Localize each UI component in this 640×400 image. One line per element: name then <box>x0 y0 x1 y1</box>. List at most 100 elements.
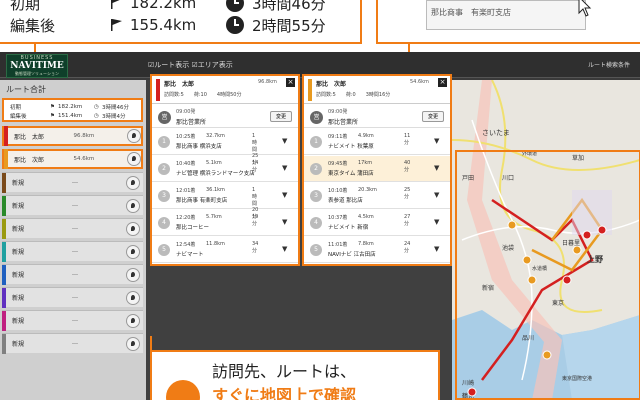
route-list-item[interactable]: 新規 --- <box>2 333 143 354</box>
map-pin-marker[interactable] <box>522 255 532 265</box>
stop-place: NAVIナビ 江古田店 <box>328 252 376 258</box>
start-point: 営 09:00発 那比営業所 変更 <box>304 106 450 128</box>
chevron-down-icon[interactable]: ▼ <box>434 218 439 226</box>
route-color-bar <box>2 241 6 262</box>
close-icon[interactable]: × <box>286 78 295 87</box>
stop-meta: 09:11着 4.9km 11分 <box>328 133 410 146</box>
office-icon: 営 <box>310 111 323 124</box>
map-pin-icon[interactable] <box>126 290 140 305</box>
change-button[interactable]: 変更 <box>422 111 444 122</box>
leg-duration: 40分 <box>404 160 411 173</box>
arrival-time: 09:45着 <box>328 161 348 167</box>
stop-number: 2 <box>158 163 170 175</box>
area-display-callout: 那比商事 有楽町支店 <box>376 0 640 44</box>
route-list-item[interactable]: 新規 --- <box>2 287 143 308</box>
close-icon[interactable]: × <box>438 78 447 87</box>
map-pin-icon[interactable] <box>126 244 140 259</box>
stop-number: 5 <box>158 244 170 256</box>
route-list-item[interactable]: 新規 --- <box>2 241 143 262</box>
map-pin-icon[interactable] <box>126 267 140 282</box>
map-pin-icon[interactable] <box>126 221 140 236</box>
map-pin-icon[interactable] <box>126 336 140 351</box>
stop-item[interactable]: 4 10:37着 4.5km 27分 ナビメイト 新宿 ▼ <box>304 210 450 236</box>
arrival-time: 12:01着 <box>176 188 196 194</box>
chevron-down-icon[interactable]: ▼ <box>282 245 287 253</box>
stop-item[interactable]: 2 09:45着 17km 40分 東京タイム 蒲田店 ▼ <box>304 156 450 182</box>
chevron-down-icon[interactable]: ▼ <box>434 245 439 253</box>
stop-item[interactable]: 3 12:01着 36.1km 1時間20分 那比商事 有楽町支店 ▼ <box>152 183 298 220</box>
map-pin-marker[interactable] <box>562 275 572 285</box>
map-pin-icon[interactable] <box>126 198 140 213</box>
callout-line-1: 訪問先、ルートは、 <box>212 362 357 381</box>
leg-duration: 25分 <box>404 187 411 200</box>
stop-number: 4 <box>310 217 322 229</box>
map-label-saitama: さいたま <box>482 129 510 137</box>
route-list-item[interactable]: 新規 --- <box>2 172 143 193</box>
map-pin-marker[interactable] <box>572 245 582 255</box>
stop-number: 3 <box>158 190 170 202</box>
route-color-bar <box>2 287 6 308</box>
map-pin-marker[interactable] <box>582 230 592 240</box>
stop-item[interactable]: 1 10:25着 32.7km 1時間25分 那比商事 横浜支店 ▼ <box>152 129 298 166</box>
change-button[interactable]: 変更 <box>270 111 292 122</box>
map-pin-marker[interactable] <box>597 225 607 235</box>
route-map[interactable]: さいたま 戸田 川口 草加 外環道 日暮里 上野 水道橋 池袋 新宿 東京 品川… <box>452 80 640 400</box>
leg-distance: 7.8km <box>358 241 374 247</box>
route-km: --- <box>72 294 78 301</box>
map-pin-icon[interactable] <box>126 313 140 328</box>
map-label-ueno: 上野 <box>587 254 603 264</box>
stop-item[interactable]: 1 09:11着 4.9km 11分 ナビメイト 秋葉原 ▼ <box>304 129 450 155</box>
chevron-down-icon[interactable]: ▼ <box>282 218 287 226</box>
chevron-down-icon[interactable]: ▼ <box>434 191 439 199</box>
stop-place: ナビマート <box>176 252 204 258</box>
route-km: 54.6km <box>73 156 95 162</box>
chevron-down-icon[interactable]: ▼ <box>282 191 287 199</box>
route-driver-name: 新規 <box>12 318 25 325</box>
arrival-time: 10:10着 <box>328 188 348 194</box>
map-pin-icon[interactable] <box>126 175 140 190</box>
route-list-item[interactable]: 新規 --- <box>2 195 143 216</box>
map-pin-marker[interactable] <box>467 387 477 397</box>
map-pin-marker[interactable] <box>527 275 537 285</box>
route-color-bar <box>2 172 6 193</box>
panel-header: 那比 太郎 96.8km × 訪問数:5 荷:10 4時間50分 <box>152 76 298 104</box>
start-place: 那比営業所 <box>328 119 359 126</box>
route-km: --- <box>72 202 78 209</box>
map-canvas: さいたま 戸田 川口 草加 外環道 日暮里 上野 水道橋 池袋 新宿 東京 品川… <box>452 80 640 400</box>
chevron-down-icon[interactable]: ▼ <box>282 137 287 145</box>
route-km: --- <box>72 179 78 186</box>
stop-meta: 10:25着 32.7km 1時間25分 <box>176 133 258 166</box>
map-pin-marker[interactable] <box>542 350 552 360</box>
chevron-down-icon[interactable]: ▼ <box>282 164 287 172</box>
route-search-conditions-button[interactable]: ルート検索条件 <box>588 60 630 69</box>
route-total-summary: 初期 ⚑ 182.2km ◷ 3時間46分 編集後 ⚑ 151.4km ◷ 3時… <box>2 98 143 122</box>
chevron-down-icon[interactable]: ▼ <box>434 164 439 172</box>
stop-item[interactable]: 5 12:54着 11.8km 34分 ナビマート ▼ <box>152 237 298 263</box>
stop-place: 那比コーヒー <box>176 225 210 231</box>
distance-time-comparison-callout: 初期 182.2km 3時間46分 編集後 155.4km 2時間55分 <box>0 0 362 44</box>
route-list-item[interactable]: 新規 --- <box>2 218 143 239</box>
display-toggle-checkboxes[interactable]: ☑ルート表示 ☑エリア表示 <box>148 60 233 70</box>
map-pin-icon[interactable] <box>127 129 141 143</box>
stop-item[interactable]: 2 10:40着 5.1km 14分 ナビ管理 横浜ランドマーク支店 ▼ <box>152 156 298 182</box>
stop-item[interactable]: 3 10:10着 20.3km 25分 表参道 那比店 ▼ <box>304 183 450 209</box>
stop-item[interactable]: 5 11:01着 7.8km 24分 NAVIナビ 江古田店 ▼ <box>304 237 450 263</box>
clock-icon <box>226 16 244 34</box>
summary-label: 初期 <box>10 105 22 111</box>
driver-name: 那比 次郎 <box>316 81 347 88</box>
chevron-down-icon[interactable]: ▼ <box>434 137 439 145</box>
stop-meta: 10:40着 5.1km 14分 <box>176 160 258 173</box>
route-list-item[interactable]: 新規 --- <box>2 264 143 285</box>
leg-duration: 27分 <box>404 214 411 227</box>
area-list-item: 那比商事 有楽町支店 <box>431 8 511 17</box>
stop-item[interactable]: 4 12:20着 5.7km 19分 那比コーヒー ▼ <box>152 210 298 236</box>
clock-icon: ◷ <box>94 113 99 119</box>
map-pin-marker[interactable] <box>507 220 517 230</box>
map-pin-icon[interactable] <box>127 152 141 166</box>
driver-name: 那比 太郎 <box>164 81 195 88</box>
summary-distance: 151.4km <box>58 113 83 119</box>
callout-line-2: すぐに地図上で確認 <box>212 386 357 400</box>
route-list-item[interactable]: 新規 --- <box>2 310 143 331</box>
route-list-item[interactable]: 那比 太郎 96.8km <box>2 126 143 146</box>
route-list-item[interactable]: 那比 次郎 54.6km <box>2 149 143 169</box>
